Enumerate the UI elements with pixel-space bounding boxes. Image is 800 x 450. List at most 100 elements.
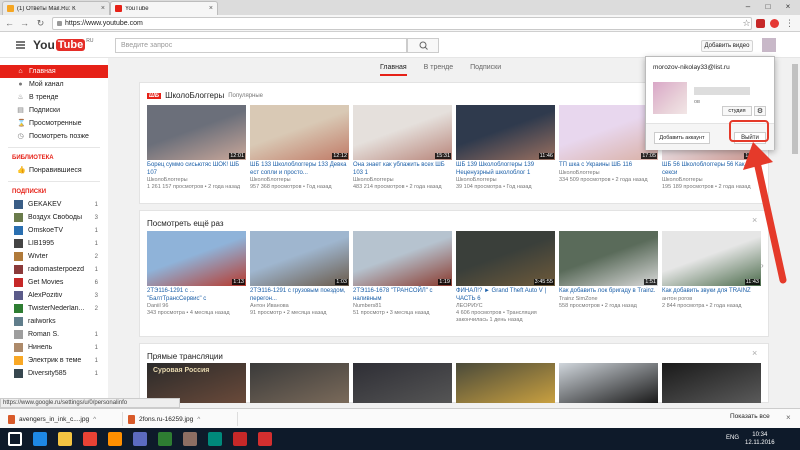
app-icon[interactable] — [158, 432, 172, 446]
shelf-title[interactable]: Прямые трансляции — [147, 352, 223, 361]
live-thumbnail[interactable]: Суровая Россия — [147, 363, 246, 403]
app-icon[interactable] — [208, 432, 222, 446]
video-card[interactable]: 1:51 Как добавить лок бригаду в Trainz. Tr… — [559, 231, 658, 310]
dismiss-close-icon[interactable]: × — [752, 348, 757, 358]
chevron-up-icon[interactable]: ^ — [197, 416, 200, 423]
chevron-up-icon[interactable]: ^ — [93, 416, 96, 423]
video-title-link[interactable]: Она знает как ублажить всех ШБ 103 1 — [353, 162, 452, 177]
subscription-item[interactable]: Wivter 2 — [0, 250, 108, 263]
video-channel-link[interactable]: антон рогов — [662, 296, 761, 303]
forward-arrow-icon[interactable]: → — [19, 18, 30, 29]
browser-tab-youtube[interactable]: YouTube × — [110, 1, 218, 15]
video-title-link[interactable]: Как добавить лок бригаду в Trainz. — [559, 288, 658, 296]
video-thumbnail[interactable]: 1:13 — [147, 231, 246, 286]
back-arrow-icon[interactable]: ← — [4, 18, 15, 29]
video-channel-link[interactable]: Numbers81 — [353, 303, 452, 310]
video-channel-link[interactable]: ЛЕОРИУС — [456, 303, 555, 310]
subscription-item[interactable]: AlexPozitiv 3 — [0, 289, 108, 302]
close-icon[interactable]: × — [101, 5, 105, 12]
video-channel-link[interactable]: ШколоБлоггеры — [147, 177, 246, 184]
video-channel-link[interactable]: ШколоБлоггеры — [456, 177, 555, 184]
sidebar-library-item-0[interactable]: 👍 Понравившиеся — [0, 164, 108, 177]
maximize-icon[interactable]: □ — [758, 0, 778, 14]
add-account-button[interactable]: Добавить аккаунт — [654, 132, 710, 144]
subscription-item[interactable]: railworks — [0, 315, 108, 328]
explorer-icon[interactable] — [58, 432, 72, 446]
video-title-link[interactable]: 2ТЭ116-1291 с грузовым поездом, перегон.… — [250, 288, 349, 303]
sidebar-item-1[interactable]: ● Мой канал — [0, 78, 108, 91]
subscription-item[interactable]: Diversity585 1 — [0, 367, 108, 380]
windows-start-icon[interactable] — [8, 432, 22, 446]
sidebar-item-0[interactable]: ⌂ Главная — [0, 65, 108, 78]
extension-icon[interactable] — [756, 19, 765, 28]
video-title-link[interactable]: ФИНАЛ!? ► Grand Theft Auto V | ЧАСТЬ 6 — [456, 288, 555, 303]
language-indicator[interactable]: ENG — [726, 435, 739, 441]
download-item[interactable]: 2fons.ru-16259.jpg ^ — [128, 412, 238, 426]
sidebar-item-3[interactable]: ▤ Подписки — [0, 104, 108, 117]
browser-tab-mailru[interactable]: (1) Ответы Mail.Ru: К × — [2, 1, 110, 15]
video-title-link[interactable]: ШБ 133 Школоблоггеры 133 Девка ест сопли… — [250, 162, 349, 177]
chrome-menu-icon[interactable]: ⋮ — [784, 18, 795, 29]
live-thumbnail[interactable] — [559, 363, 658, 403]
video-thumbnail[interactable]: 1:19 — [353, 231, 452, 286]
subscription-item[interactable]: TwisterNederlan... 2 — [0, 302, 108, 315]
subscription-item[interactable]: radiomasterpoezd 1 — [0, 263, 108, 276]
live-thumbnail[interactable] — [250, 363, 349, 403]
close-icon[interactable]: × — [786, 413, 791, 422]
sidebar-item-5[interactable]: ◷ Посмотреть позже — [0, 130, 108, 143]
upload-video-button[interactable]: Добавить видео — [701, 40, 753, 52]
app-icon[interactable] — [258, 432, 272, 446]
video-title-link[interactable]: Как добавить звуки для TRAINZ — [662, 288, 761, 296]
search-button[interactable] — [407, 38, 439, 53]
video-channel-link[interactable]: ШколоБлоггеры — [559, 170, 658, 177]
subscription-item[interactable]: Roman S. 1 — [0, 328, 108, 341]
subscription-item[interactable]: OmskoeTV 1 — [0, 224, 108, 237]
subscription-item[interactable]: Нинель 1 — [0, 341, 108, 354]
ie-icon[interactable] — [33, 432, 47, 446]
app-icon[interactable] — [183, 432, 197, 446]
video-card[interactable]: 12:12 ШБ 133 Школоблоггеры 133 Девка ест … — [250, 105, 349, 191]
close-icon[interactable]: × — [209, 5, 213, 12]
video-thumbnail[interactable]: 3:45:55 — [456, 231, 555, 286]
shelf-title[interactable]: ШколоБлоггеры — [165, 91, 224, 100]
reload-icon[interactable]: ↻ — [35, 18, 46, 29]
app-icon[interactable] — [233, 432, 247, 446]
video-card[interactable]: 11:46 ШБ 139 Школоблоггеры 139 Неценузрны… — [456, 105, 555, 191]
live-thumbnail[interactable] — [456, 363, 555, 403]
window-close-icon[interactable]: × — [778, 0, 798, 14]
video-title-link[interactable]: Борец суммо сисьютяс ШОК! ШБ 107 — [147, 162, 246, 177]
minimize-icon[interactable]: – — [738, 0, 758, 14]
tab-trending[interactable]: В тренде — [424, 64, 453, 76]
media-player-icon[interactable] — [108, 432, 122, 446]
app-icon[interactable] — [133, 432, 147, 446]
show-all-downloads-link[interactable]: Показать все — [730, 413, 770, 420]
video-card[interactable]: 15:31 Она знает как ублажить всех ШБ 103 … — [353, 105, 452, 191]
video-title-link[interactable]: 2ТЭ116-1678 "ТРАНСОЙЛ" с наливным — [353, 288, 452, 303]
video-card[interactable]: 1:03 2ТЭ116-1291 с грузовым поездом, пере… — [250, 231, 349, 317]
video-title-link[interactable]: 2ТЭ116-1291 с ... "БалтТрансСервис" с — [147, 288, 246, 303]
account-avatar[interactable] — [762, 38, 776, 52]
tab-home[interactable]: Главная — [380, 64, 407, 76]
live-thumbnail[interactable] — [662, 363, 761, 403]
video-card[interactable]: 1:13 2ТЭ116-1291 с ... "БалтТрансСервис" … — [147, 231, 246, 317]
gear-icon[interactable]: ⚙ — [754, 106, 766, 116]
download-item[interactable]: avengers_in_ink_c....jpg ^ — [8, 412, 123, 426]
youtube-logo[interactable]: You Tube RU — [33, 38, 93, 52]
shelf-title[interactable]: Посмотреть ещё раз — [147, 219, 224, 228]
video-title-link[interactable]: ТП шка с Украины ШБ 116 — [559, 162, 658, 170]
system-clock[interactable]: 10:34 12.11.2016 — [745, 431, 775, 447]
account-photo[interactable] — [653, 82, 687, 114]
search-input[interactable]: Введите запрос — [115, 38, 407, 53]
video-title-link[interactable]: ШБ 139 Школоблоггеры 139 Неценузрный шко… — [456, 162, 555, 177]
opera-extension-icon[interactable] — [770, 19, 779, 28]
video-card[interactable]: 17:05 ТП шка с Украины ШБ 116 ШколоБлоггер… — [559, 105, 658, 184]
video-thumbnail[interactable]: 17:05 — [559, 105, 658, 160]
video-thumbnail[interactable]: 12:01 — [147, 105, 246, 160]
subscription-item[interactable]: Get Movies 6 — [0, 276, 108, 289]
video-thumbnail[interactable]: 1:03 — [250, 231, 349, 286]
sidebar-item-2[interactable]: ♨ В тренде — [0, 91, 108, 104]
video-card[interactable]: 12:01 Борец суммо сисьютяс ШОК! ШБ 107 Шко… — [147, 105, 246, 191]
tab-subscriptions[interactable]: Подписки — [470, 64, 501, 76]
video-thumbnail[interactable]: 15:31 — [353, 105, 452, 160]
hamburger-menu-icon[interactable] — [16, 41, 25, 49]
